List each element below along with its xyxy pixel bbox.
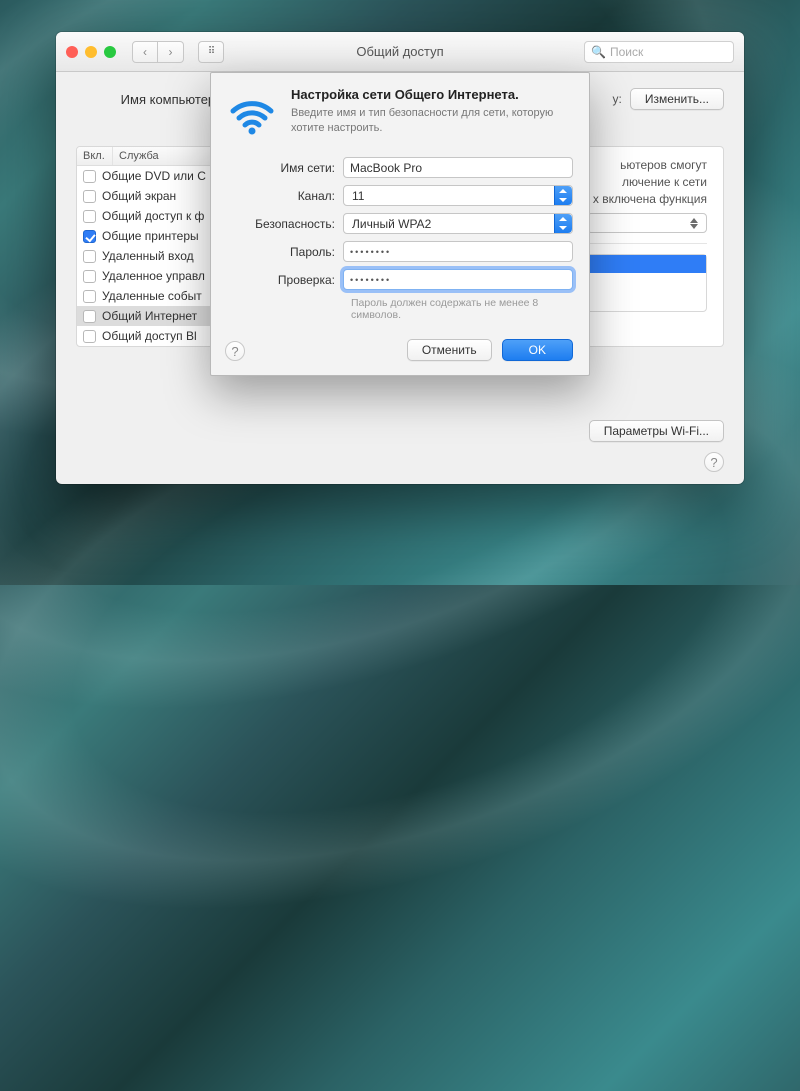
grid-icon: ⠿ [208,46,214,57]
show-all-button[interactable]: ⠿ [198,41,224,63]
search-field[interactable]: 🔍 Поиск [584,41,734,63]
security-label: Безопасность: [225,217,343,231]
dialog-form: Имя сети: MacBook Pro Канал: 11 Безопасн… [225,157,573,321]
wifi-icon [225,87,279,141]
channel-label: Канал: [225,189,343,203]
change-button[interactable]: Изменить... [630,88,724,110]
ok-button[interactable]: OK [502,339,573,361]
channel-select[interactable]: 11 [343,185,573,206]
wifi-options-button[interactable]: Параметры Wi-Fi... [589,420,724,442]
service-label: Общий экран [102,189,176,203]
service-checkbox[interactable] [83,250,96,263]
network-name-input[interactable]: MacBook Pro [343,157,573,178]
service-label: Общий доступ к ф [102,209,204,223]
service-checkbox[interactable] [83,230,96,243]
zoom-button[interactable] [104,46,116,58]
internet-sharing-dialog: Настройка сети Общего Интернета. Введите… [210,72,590,376]
col-on: Вкл. [77,147,113,165]
password-input[interactable]: •••••••• [343,241,573,262]
dialog-subtitle: Введите имя и тип безопасности для сети,… [291,106,573,136]
service-checkbox[interactable] [83,210,96,223]
close-button[interactable] [66,46,78,58]
search-icon: 🔍 [591,45,606,59]
service-label: Общий доступ Bl [102,329,197,343]
network-name-label: Имя сети: [225,161,343,175]
stepper-icon [554,186,572,205]
password-label: Пароль: [225,245,343,259]
service-checkbox[interactable] [83,310,96,323]
service-checkbox[interactable] [83,170,96,183]
dialog-help-button[interactable]: ? [225,341,245,361]
service-label: Удаленное управл [102,269,205,283]
service-label: Общие принтеры [102,229,199,243]
col-service: Служба [113,147,165,165]
via-label-suffix: у: [613,92,622,106]
service-label: Общие DVD или C [102,169,206,183]
back-button[interactable]: ‹ [132,41,158,63]
security-select[interactable]: Личный WPA2 [343,213,573,234]
nav-buttons: ‹ › [132,41,184,63]
titlebar: ‹ › ⠿ Общий доступ 🔍 Поиск [56,32,744,72]
cancel-button[interactable]: Отменить [407,339,492,361]
service-label: Удаленный вход [102,249,194,263]
forward-button[interactable]: › [158,41,184,63]
service-checkbox[interactable] [83,270,96,283]
service-checkbox[interactable] [83,290,96,303]
verify-label: Проверка: [225,273,343,287]
service-checkbox[interactable] [83,330,96,343]
search-placeholder: Поиск [610,45,643,59]
window-controls [66,46,116,58]
connection-select[interactable] [587,213,707,233]
dialog-title: Настройка сети Общего Интернета. [291,87,573,102]
minimize-button[interactable] [85,46,97,58]
help-button[interactable]: ? [704,452,724,472]
stepper-icon [554,214,572,233]
service-label: Общий Интернет [102,309,197,323]
service-checkbox[interactable] [83,190,96,203]
service-label: Удаленные событ [102,289,202,303]
password-rule-hint: Пароль должен содержать не менее 8 симво… [351,297,573,321]
verify-password-input[interactable]: •••••••• [343,269,573,290]
stepper-icon [690,218,704,229]
